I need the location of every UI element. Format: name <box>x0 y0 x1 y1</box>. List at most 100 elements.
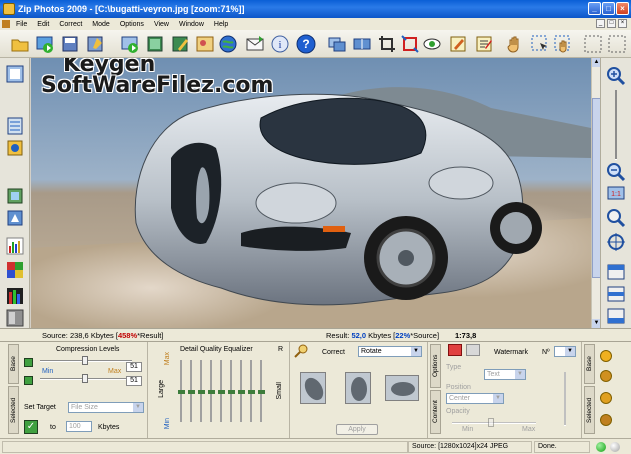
crosshair-icon[interactable] <box>606 232 626 252</box>
document-icon[interactable] <box>2 20 10 28</box>
annotate-icon[interactable] <box>448 34 468 54</box>
compression-knob1[interactable] <box>82 356 88 365</box>
menu-help[interactable]: Help <box>214 21 228 28</box>
tab-selected-right[interactable]: Selected <box>584 386 595 434</box>
email-icon[interactable] <box>245 34 265 54</box>
tab-base-right[interactable]: Base <box>584 344 595 384</box>
menu-edit[interactable]: Edit <box>37 21 49 28</box>
filter-icon[interactable] <box>5 208 25 228</box>
minimize-button[interactable]: _ <box>588 2 601 15</box>
chevron-down-icon[interactable]: ▼ <box>411 347 421 356</box>
chevron-down-icon[interactable]: ▼ <box>565 347 575 356</box>
eq-knob-8[interactable] <box>248 390 255 394</box>
zoom-in-icon[interactable] <box>606 66 626 86</box>
zoom-fit-icon[interactable]: 1:1 <box>606 184 626 204</box>
tab-options[interactable]: Options <box>430 344 441 388</box>
eq-knob-9[interactable] <box>258 390 265 394</box>
save-as-icon[interactable] <box>85 34 105 54</box>
maximize-button[interactable]: □ <box>602 2 615 15</box>
compression-value1[interactable]: 51 <box>126 362 142 372</box>
image-edit-icon[interactable] <box>170 34 190 54</box>
vertical-scrollbar[interactable]: ▲ ▼ <box>591 58 601 328</box>
windows-icon[interactable] <box>327 34 347 54</box>
watermark-link-icon[interactable] <box>466 344 480 356</box>
color-icon[interactable] <box>5 186 25 206</box>
panel-top-icon[interactable] <box>606 262 626 282</box>
watermark-number-select[interactable]: ▼ <box>554 346 576 357</box>
opacity-slider[interactable] <box>452 422 536 424</box>
brightness-icon[interactable] <box>600 350 612 362</box>
zoom-actual-icon[interactable] <box>606 208 626 228</box>
tab-content[interactable]: Content <box>430 390 441 434</box>
menu-mode[interactable]: Mode <box>92 21 110 28</box>
compression-knob2[interactable] <box>82 374 88 383</box>
palette-icon[interactable] <box>5 260 25 280</box>
zoom-out-icon[interactable] <box>606 162 626 182</box>
rotate-left-thumbnail[interactable] <box>300 372 326 404</box>
ellipse-select-icon[interactable] <box>607 34 627 54</box>
menu-file[interactable]: File <box>16 21 27 28</box>
crop-icon[interactable] <box>377 34 397 54</box>
slideshow-icon[interactable] <box>120 34 140 54</box>
eq-knob-3[interactable] <box>198 390 205 394</box>
target-value-field[interactable]: 100 <box>66 421 92 432</box>
photo-canvas[interactable]: Keygen SoftWareFilez.com <box>31 58 591 328</box>
mdi-minimize-button[interactable]: _ <box>596 19 605 28</box>
tab-base[interactable]: Base <box>8 344 19 384</box>
eq-knob-7[interactable] <box>238 390 245 394</box>
navigator-icon[interactable] <box>5 64 25 84</box>
web-globe-icon[interactable] <box>218 34 238 54</box>
hand-select-icon[interactable] <box>553 34 573 54</box>
apply-button[interactable]: Apply <box>336 424 378 435</box>
watermark-size-slider[interactable] <box>564 372 566 426</box>
menu-correct[interactable]: Correct <box>59 21 82 28</box>
mdi-restore-button[interactable]: □ <box>607 19 616 28</box>
contrast-icon[interactable] <box>600 370 612 382</box>
rotate-right-thumbnail[interactable] <box>385 375 419 401</box>
layers-icon[interactable] <box>5 116 25 136</box>
watermark-add-icon[interactable] <box>448 344 462 356</box>
eq-knob-2[interactable] <box>188 390 195 394</box>
zoom-slider-track[interactable] <box>615 90 617 160</box>
sharpen-icon[interactable] <box>600 414 612 426</box>
eq-knob-1[interactable] <box>178 390 185 394</box>
image-list-icon[interactable] <box>145 34 165 54</box>
open-folder-icon[interactable] <box>10 34 30 54</box>
batch-play-icon[interactable] <box>35 34 55 54</box>
type-select[interactable]: Text ▼ <box>484 369 526 380</box>
info-icon[interactable]: i <box>270 34 290 54</box>
close-button[interactable]: × <box>616 2 629 15</box>
eq-knob-6[interactable] <box>228 390 235 394</box>
panel-bottom-icon[interactable] <box>606 306 626 326</box>
panel-split-icon[interactable] <box>606 284 626 304</box>
save-image-icon[interactable] <box>60 34 80 54</box>
position-select[interactable]: Center ▼ <box>446 393 504 404</box>
target-check-icon[interactable]: ✓ <box>24 420 38 434</box>
compare-icon[interactable] <box>352 34 372 54</box>
gallery-icon[interactable] <box>195 34 215 54</box>
red-eye-icon[interactable] <box>422 34 442 54</box>
saturation-icon[interactable] <box>600 392 612 404</box>
rotate-original-thumbnail[interactable] <box>345 372 371 404</box>
eq-knob-4[interactable] <box>208 390 215 394</box>
chevron-down-icon[interactable]: ▼ <box>133 403 143 412</box>
compression-value2[interactable]: 51 <box>126 376 142 386</box>
adjust-icon[interactable] <box>5 138 25 158</box>
eq-knob-5[interactable] <box>218 390 225 394</box>
text-tool-icon[interactable] <box>474 34 494 54</box>
opacity-knob[interactable] <box>488 418 494 427</box>
menu-view[interactable]: View <box>154 21 169 28</box>
chevron-down-icon[interactable]: ▼ <box>493 394 503 403</box>
hand-pan-icon[interactable] <box>505 34 525 54</box>
levels-icon[interactable] <box>5 286 25 306</box>
set-target-select[interactable]: File Size ▼ <box>68 402 144 413</box>
mdi-close-button[interactable]: × <box>618 19 627 28</box>
correct-select[interactable]: Rotate ▼ <box>358 346 422 357</box>
marquee-icon[interactable] <box>583 34 603 54</box>
tab-selected[interactable]: Selected <box>8 386 19 434</box>
menu-options[interactable]: Options <box>120 21 144 28</box>
chevron-down-icon[interactable]: ▼ <box>515 370 525 379</box>
help-icon[interactable]: ? <box>296 34 316 54</box>
histogram-icon[interactable] <box>5 236 25 256</box>
menu-window[interactable]: Window <box>179 21 204 28</box>
